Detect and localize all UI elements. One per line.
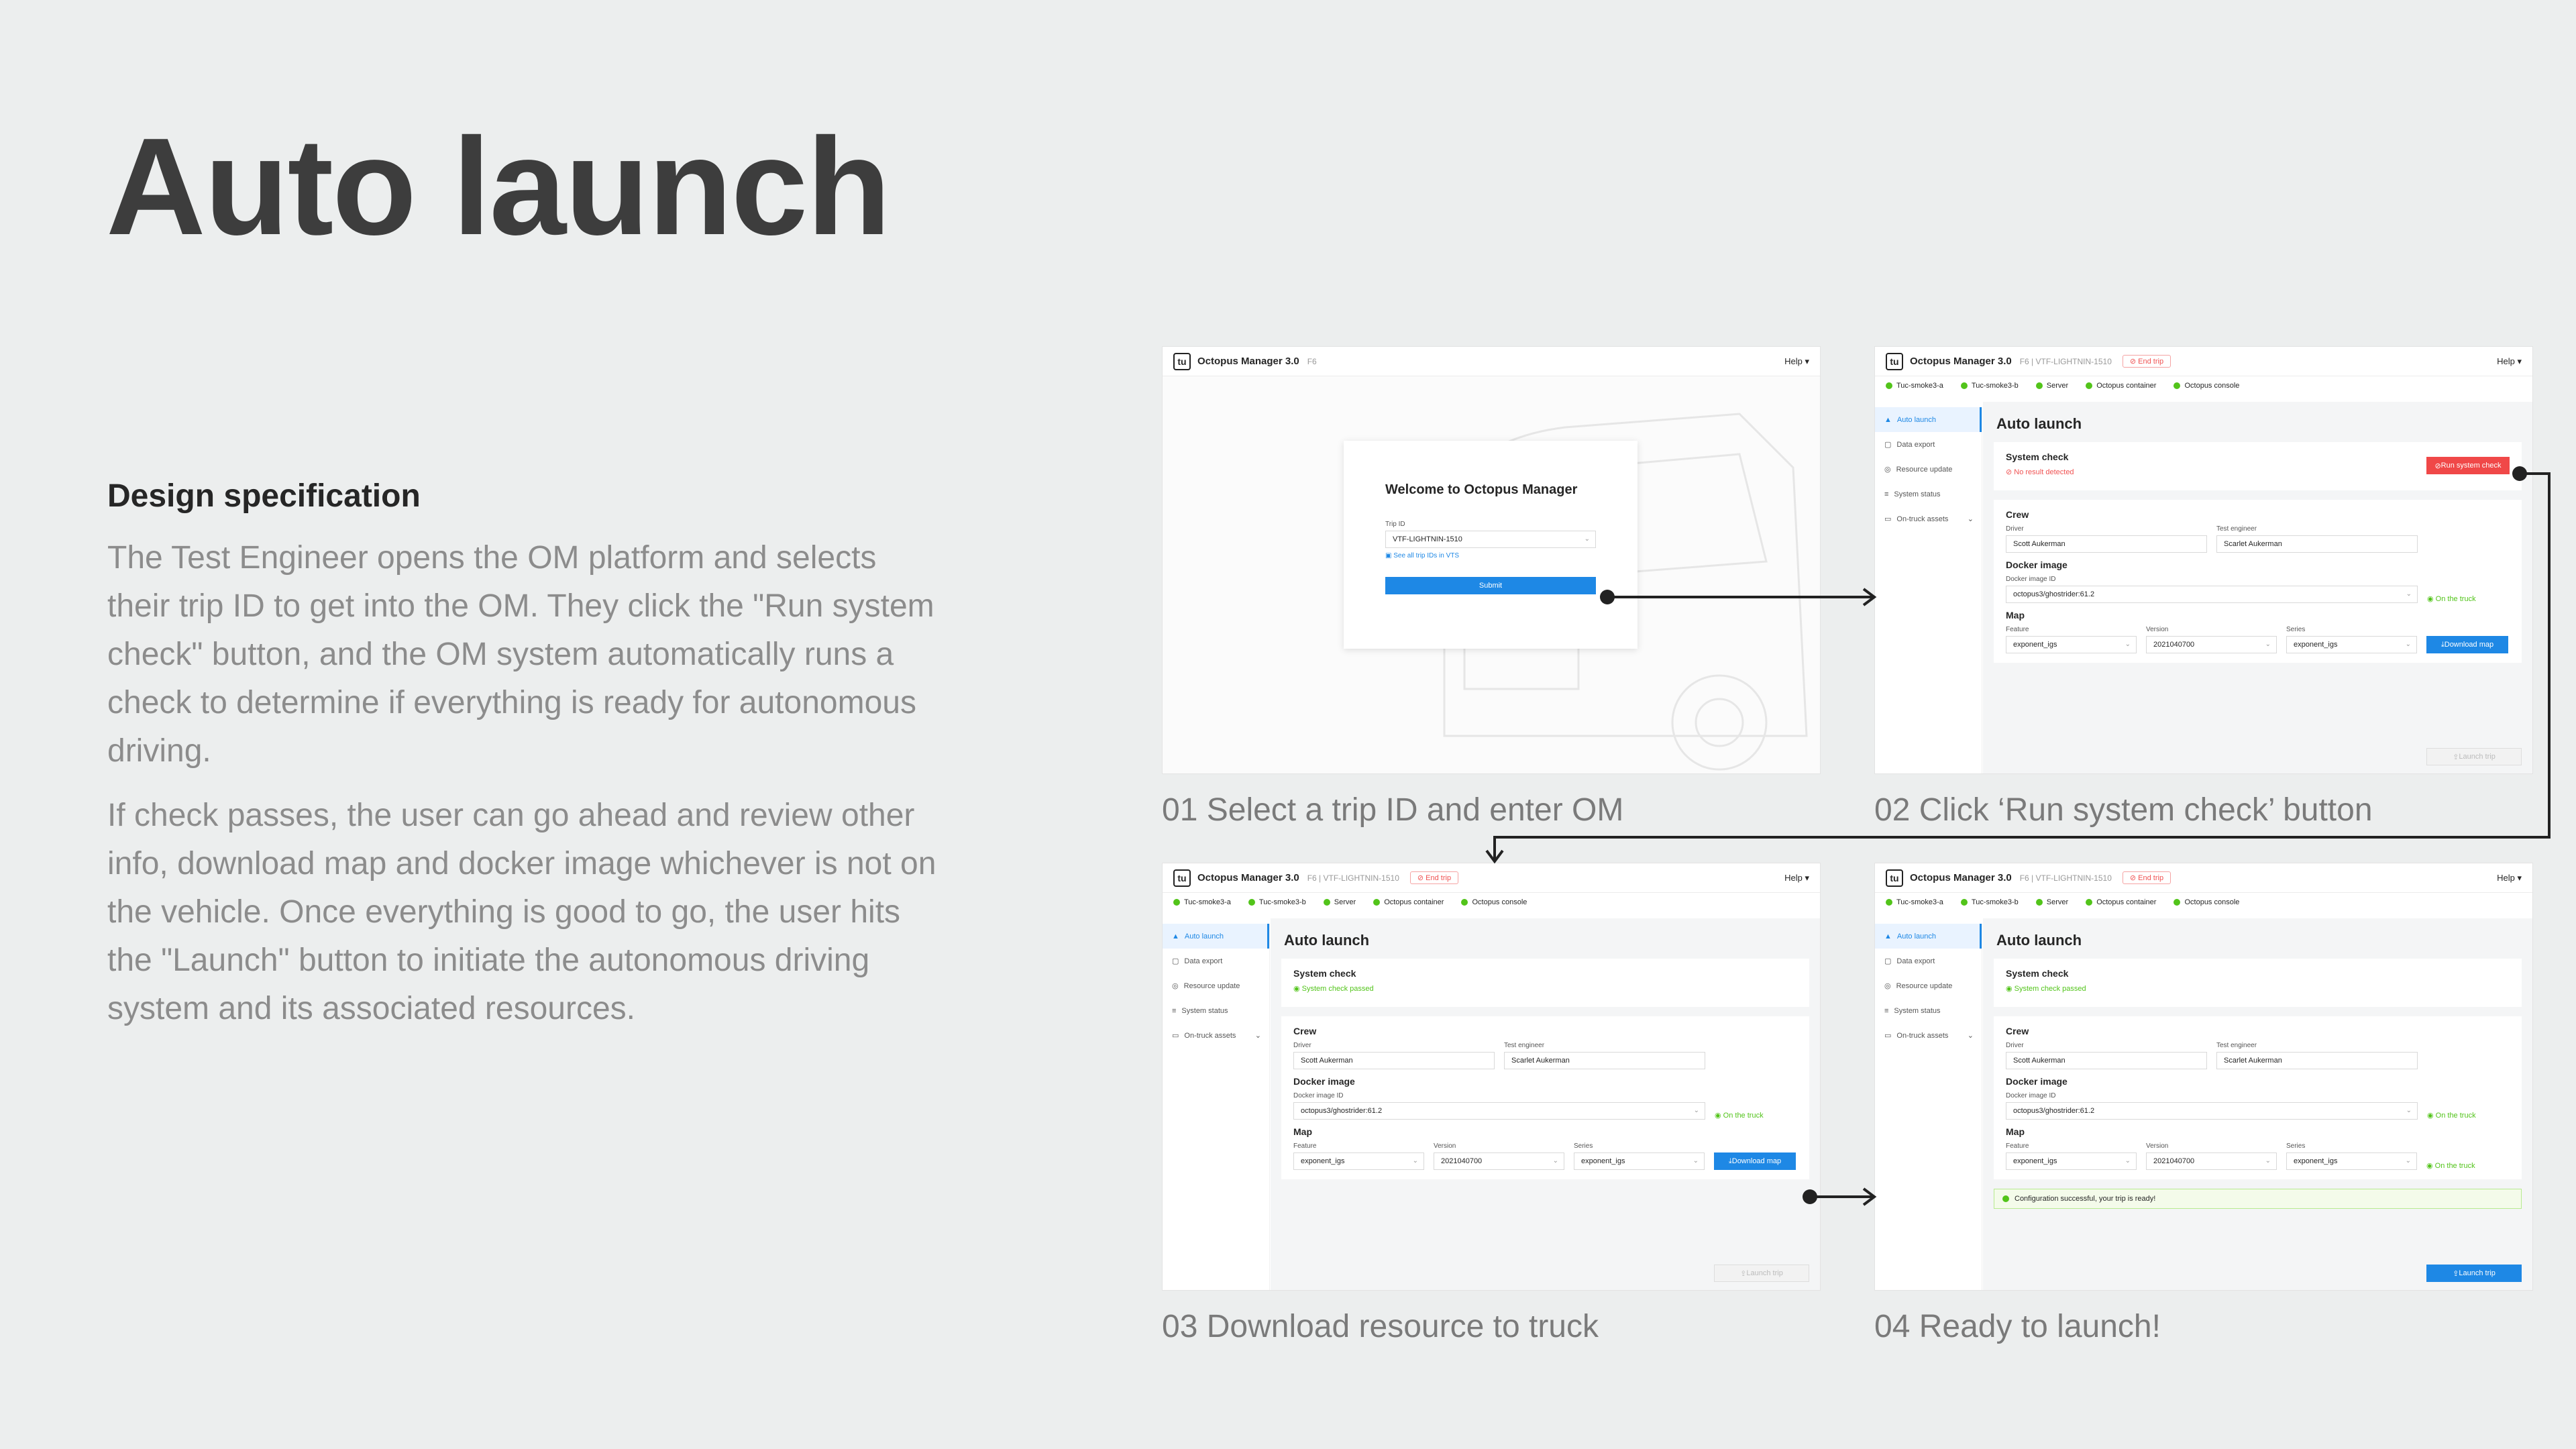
flow-arrows [1485, 466, 2551, 1206]
arrow-step2-to-step3 [1493, 472, 2551, 860]
